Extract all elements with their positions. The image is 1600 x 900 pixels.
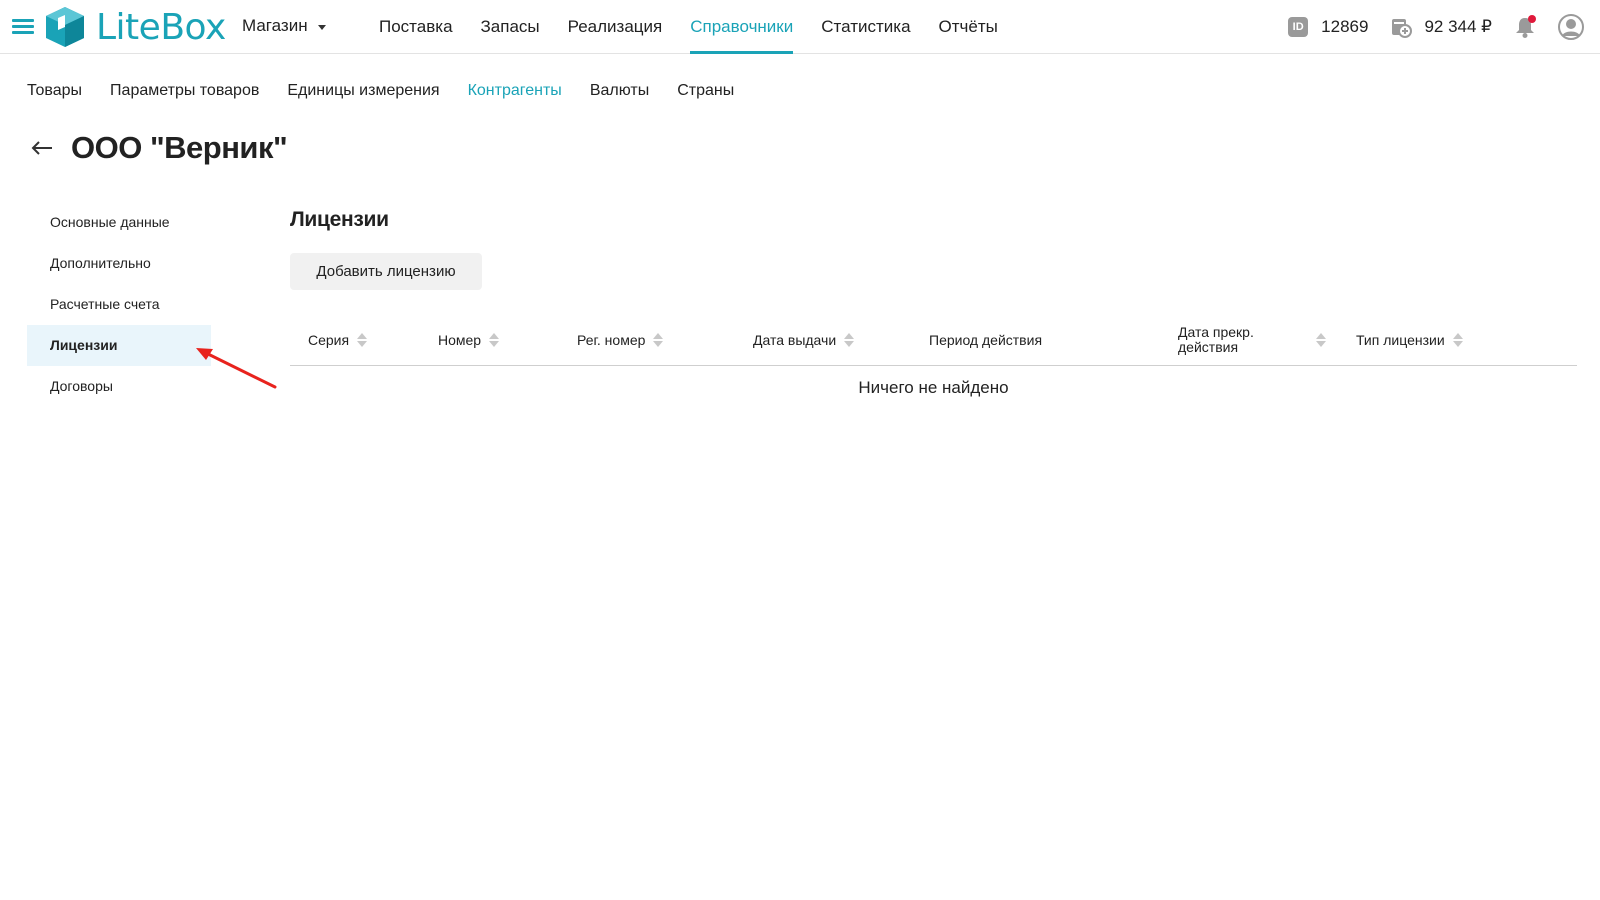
sort-icon[interactable] [1452,332,1463,348]
store-dropdown[interactable]: Магазин [242,16,326,36]
subnav-item-kontragenty[interactable]: Контрагенты [468,82,562,100]
column-header-nomer[interactable]: Номер [438,322,500,358]
subnav-item-strany[interactable]: Страны [677,82,734,100]
subnav-item-parametry[interactable]: Параметры товаров [110,82,259,100]
add-license-button[interactable]: Добавить лицензию [290,253,482,290]
section-title: Лицензии [290,208,389,231]
litebox-logo-icon [46,7,84,47]
back-arrow-icon[interactable] [30,140,54,156]
side-item-dopolnitelno[interactable]: Дополнительно [27,243,211,284]
column-label: Серия [308,331,350,348]
account-id: 12869 [1321,17,1369,36]
notification-dot [1528,15,1536,23]
side-item-licenzii[interactable]: Лицензии [27,325,211,366]
column-header-data-prekr[interactable]: Дата прекр. действия [1178,322,1326,358]
sort-icon[interactable] [357,332,368,348]
user-avatar-icon[interactable] [1558,14,1584,40]
id-icon: ID [1288,17,1309,37]
menu-icon[interactable] [12,19,34,35]
caret-down-icon [317,24,326,30]
side-item-osnovnye[interactable]: Основные данные [27,202,211,243]
table-header: Серия Номер Рег. номер Дата выдачи Перио… [290,322,1577,366]
column-label: Тип лицензии [1356,331,1445,348]
column-label: Дата прекр. действия [1178,324,1254,355]
main-nav: Поставка Запасы Реализация Справочники С… [379,0,1026,54]
side-menu: Основные данные Дополнительно Расчетные … [27,202,211,407]
column-header-reg-nomer[interactable]: Рег. номер [577,322,664,358]
logo[interactable]: LiteBox [44,4,226,50]
wallet-add-icon[interactable] [1390,16,1413,38]
column-label: Дата выдачи [753,331,837,348]
side-item-dogovory[interactable]: Договоры [27,366,211,407]
subnav-item-valyuty[interactable]: Валюты [590,82,649,100]
header-right: ID 12869 92 344 ₽ [1288,0,1584,54]
side-item-raschetnye-scheta[interactable]: Расчетные счета [27,284,211,325]
sort-icon[interactable] [1316,332,1326,348]
notifications-button[interactable] [1514,15,1536,39]
column-label: Номер [438,331,482,348]
subnav-item-edinicy[interactable]: Единицы измерения [287,82,439,100]
nav-item-otchety[interactable]: Отчёты [939,0,998,54]
top-bar: LiteBox Магазин Поставка Запасы Реализац… [0,0,1600,54]
column-header-period[interactable]: Период действия [929,322,1042,358]
column-label: Рег. номер [577,331,646,348]
nav-item-spravochniki[interactable]: Справочники [690,0,794,54]
sort-icon[interactable] [489,332,500,348]
sort-icon[interactable] [653,332,664,348]
column-label: Период действия [929,331,1043,348]
balance: 92 344 ₽ [1424,17,1492,36]
logo-text: LiteBox [96,6,226,48]
subnav-item-tovary[interactable]: Товары [27,82,82,100]
page-title: ООО "Верник" [71,130,288,165]
store-label: Магазин [242,16,308,35]
sub-nav: Товары Параметры товаров Единицы измерен… [27,82,762,100]
nav-item-postavka[interactable]: Поставка [379,0,453,54]
annotation-arrow-icon [196,348,277,389]
nav-item-statistika[interactable]: Статистика [821,0,910,54]
nav-item-realizaciya[interactable]: Реализация [568,0,663,54]
sort-icon[interactable] [844,332,855,348]
nav-item-zapasy[interactable]: Запасы [481,0,540,54]
empty-message: Ничего не найдено [858,378,1009,397]
column-header-seriya[interactable]: Серия [308,322,368,358]
column-header-tip[interactable]: Тип лицензии [1356,322,1463,358]
column-header-data-vydachi[interactable]: Дата выдачи [753,322,855,358]
